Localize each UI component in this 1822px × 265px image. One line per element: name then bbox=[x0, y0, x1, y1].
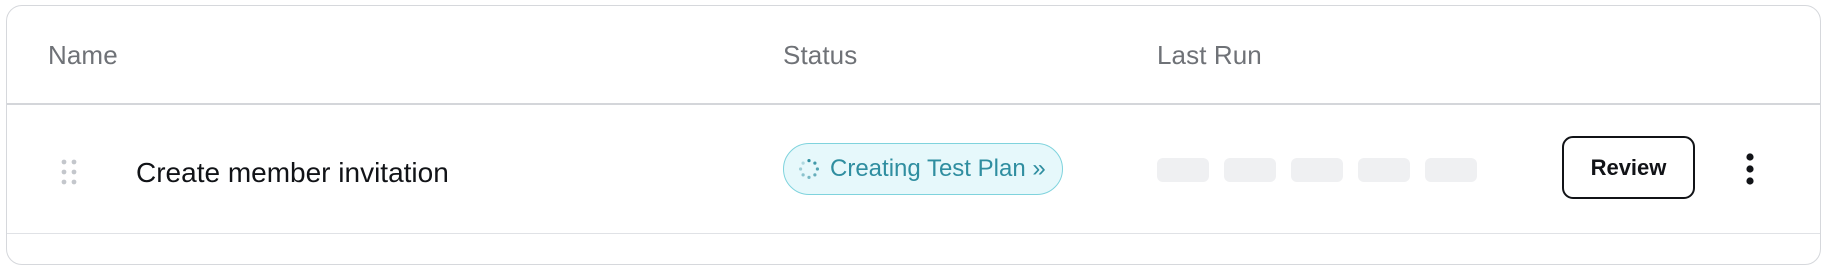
drag-handle-icon[interactable] bbox=[59, 158, 79, 186]
skeleton-bar bbox=[1425, 158, 1477, 182]
table-header: Name Status Last Run bbox=[7, 6, 1820, 105]
test-table: Name Status Last Run Create member invit… bbox=[6, 5, 1821, 265]
skeleton-bar bbox=[1224, 158, 1276, 182]
column-header-status: Status bbox=[783, 40, 858, 70]
last-run-loading-placeholder bbox=[1157, 158, 1477, 182]
skeleton-bar bbox=[1291, 158, 1343, 182]
more-vertical-icon[interactable] bbox=[1735, 149, 1765, 189]
skeleton-bar bbox=[1358, 158, 1410, 182]
status-label: Creating Test Plan » bbox=[830, 155, 1046, 182]
column-header-name: Name bbox=[48, 40, 118, 70]
status-badge[interactable]: Creating Test Plan » bbox=[783, 143, 1063, 195]
row-name[interactable]: Create member invitation bbox=[136, 157, 449, 189]
column-header-last-run: Last Run bbox=[1157, 40, 1262, 70]
skeleton-bar bbox=[1157, 158, 1209, 182]
spinner-icon bbox=[799, 159, 819, 179]
review-button[interactable]: Review bbox=[1562, 136, 1695, 199]
table-row[interactable]: Create member invitation Creating Test P… bbox=[7, 105, 1820, 234]
